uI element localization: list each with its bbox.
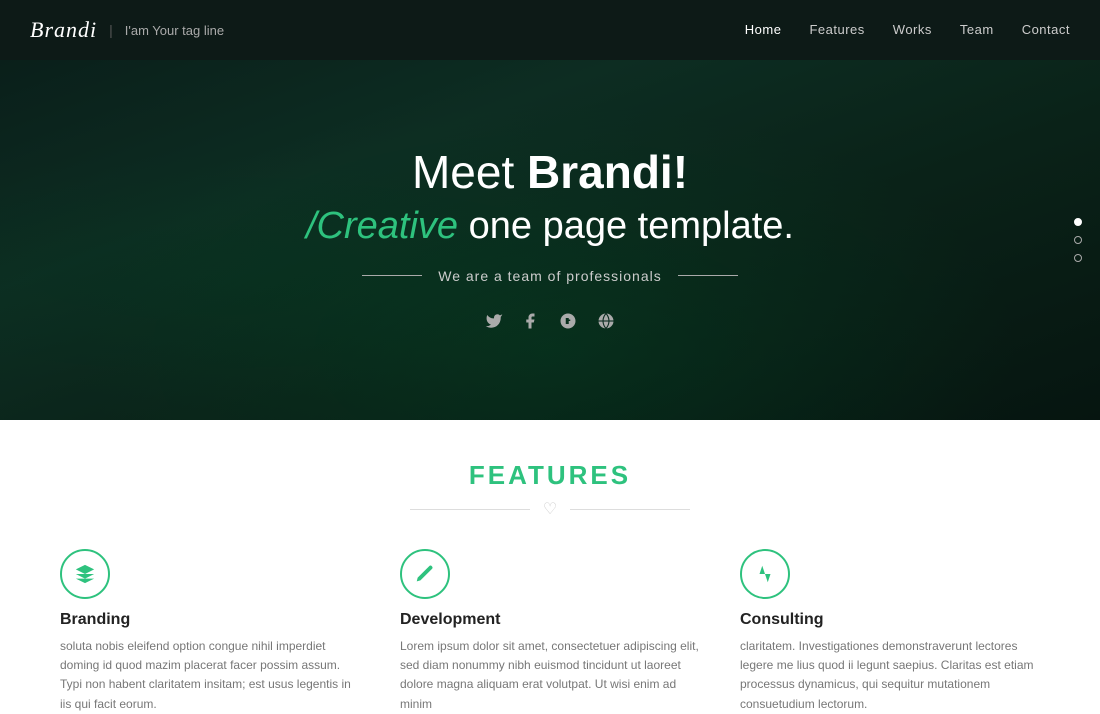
hero-title-bold: Brandi! [527, 146, 688, 198]
navbar: Brandi | I'am Your tag line Home Feature… [0, 0, 1100, 60]
divider-line-right [678, 275, 738, 276]
feature-development: Development Lorem ipsum dolor sit amet, … [400, 549, 700, 714]
consulting-desc: claritatem. Investigationes demonstraver… [740, 637, 1040, 714]
nav-link-features[interactable]: Features [809, 22, 864, 37]
consulting-icon-circle [740, 549, 790, 599]
social-twitter[interactable] [485, 312, 503, 335]
hero-social [485, 312, 615, 335]
features-line-left [410, 509, 530, 510]
branding-desc: soluta nobis eleifend option congue nihi… [60, 637, 360, 714]
development-icon-circle [400, 549, 450, 599]
divider-line-left [362, 275, 422, 276]
scroll-dot-1[interactable] [1074, 218, 1082, 226]
branding-icon [74, 563, 96, 585]
features-title: FEATURES [60, 460, 1040, 491]
nav-link-home[interactable]: Home [745, 22, 782, 37]
development-title: Development [400, 611, 700, 629]
nav-link-team[interactable]: Team [960, 22, 994, 37]
branding-icon-circle [60, 549, 110, 599]
scroll-dot-3[interactable] [1074, 254, 1082, 262]
nav-tagline: I'am Your tag line [125, 23, 224, 38]
features-section: FEATURES ♡ Branding soluta nobis eleifen… [0, 420, 1100, 705]
nav-menu: Home Features Works Team Contact [745, 21, 1070, 39]
hero-title-normal: Meet [412, 146, 527, 198]
social-globe[interactable] [597, 312, 615, 335]
scroll-dot-2[interactable] [1074, 236, 1082, 244]
nav-item-home[interactable]: Home [745, 21, 782, 39]
branding-title: Branding [60, 611, 360, 629]
nav-item-team[interactable]: Team [960, 21, 994, 39]
hero-subtitle-rest: one page template. [458, 205, 794, 247]
consulting-icon [754, 563, 776, 585]
social-googleplus[interactable] [557, 312, 579, 335]
nav-item-features[interactable]: Features [809, 21, 864, 39]
hero-subtitle-creative: /Creative [306, 205, 458, 247]
hero-section: Meet Brandi! /Creative one page template… [0, 60, 1100, 420]
scroll-dots [1074, 218, 1082, 262]
features-line-right [570, 509, 690, 510]
hero-divider: We are a team of professionals [362, 268, 738, 284]
nav-link-works[interactable]: Works [893, 22, 932, 37]
hero-tagline: We are a team of professionals [438, 268, 662, 284]
social-facebook[interactable] [521, 312, 539, 335]
hero-title: Meet Brandi! [412, 145, 688, 200]
nav-item-works[interactable]: Works [893, 21, 932, 39]
nav-link-contact[interactable]: Contact [1022, 22, 1070, 37]
nav-item-contact[interactable]: Contact [1022, 21, 1070, 39]
features-divider: ♡ [60, 499, 1040, 519]
features-header: FEATURES [60, 460, 1040, 491]
heart-icon: ♡ [543, 499, 557, 519]
development-icon [414, 563, 436, 585]
development-desc: Lorem ipsum dolor sit amet, consectetuer… [400, 637, 700, 714]
feature-branding: Branding soluta nobis eleifend option co… [60, 549, 360, 714]
hero-subtitle: /Creative one page template. [306, 205, 794, 248]
feature-consulting: Consulting claritatem. Investigationes d… [740, 549, 1040, 714]
brand-logo[interactable]: Brandi [30, 17, 97, 43]
nav-separator: | [109, 22, 113, 38]
consulting-title: Consulting [740, 611, 1040, 629]
features-grid: Branding soluta nobis eleifend option co… [60, 549, 1040, 714]
